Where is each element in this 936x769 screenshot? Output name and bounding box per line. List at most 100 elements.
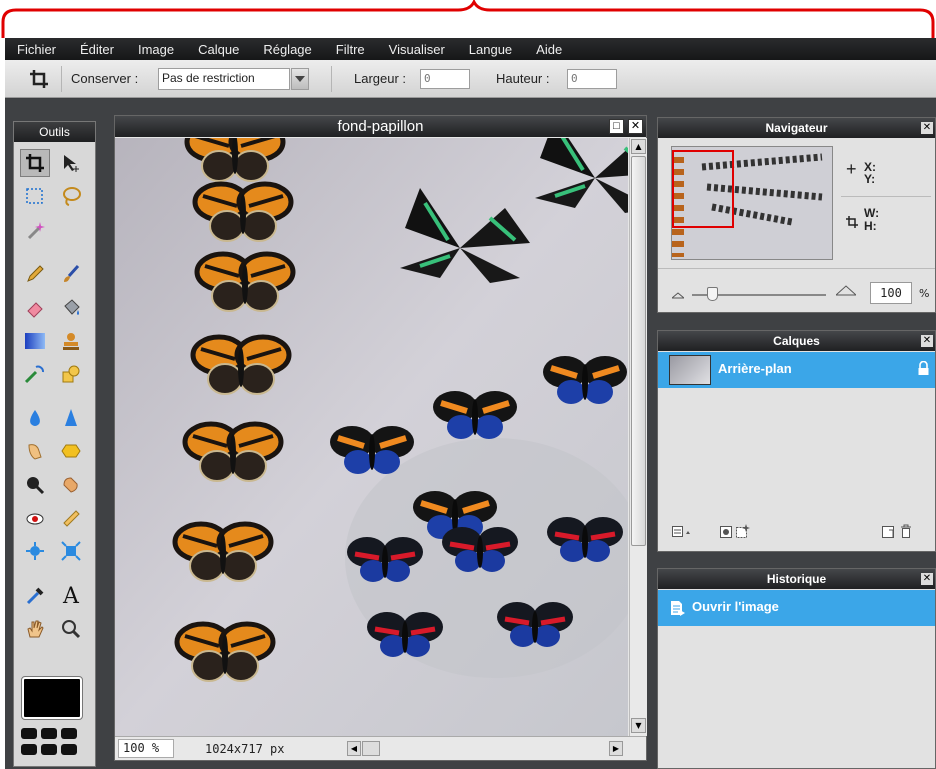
navigator-header[interactable]: Navigateur ✕	[658, 118, 935, 138]
chevron-down-icon[interactable]	[291, 68, 309, 90]
image-canvas[interactable]	[115, 138, 628, 736]
marquee-icon[interactable]	[20, 182, 50, 210]
largeur-input[interactable]: 0	[420, 69, 470, 89]
type-icon[interactable]: A	[56, 582, 86, 610]
conserver-select[interactable]: Pas de restriction	[158, 68, 290, 90]
pencil-icon[interactable]	[20, 260, 50, 288]
bloat-icon[interactable]	[20, 537, 50, 565]
scroll-down-icon[interactable]: ▼	[631, 718, 646, 733]
red-eye-icon[interactable]	[20, 504, 50, 532]
preset-swatch[interactable]	[61, 728, 77, 739]
color-replace-icon[interactable]	[20, 360, 50, 388]
image-size: 1024x717 px	[205, 742, 285, 756]
vertical-scrollbar[interactable]: ▲ ▼	[629, 138, 647, 736]
trash-icon[interactable]	[900, 524, 912, 541]
lock-icon[interactable]	[918, 360, 929, 378]
dodge-icon[interactable]	[20, 471, 50, 499]
preset-swatch[interactable]	[41, 744, 57, 755]
lasso-icon[interactable]	[56, 182, 86, 210]
layer-style-icon[interactable]	[736, 524, 750, 541]
thumbnail-image	[672, 147, 832, 259]
menu-editer[interactable]: Éditer	[68, 42, 126, 57]
panel-divider	[841, 196, 931, 197]
layer-name: Arrière-plan	[718, 361, 792, 376]
image-status-bar: 100 % 1024x717 px ◀ ▶	[115, 736, 646, 760]
options-bar: Conserver : Pas de restriction Largeur :…	[5, 60, 936, 98]
preset-swatch[interactable]	[21, 744, 37, 755]
zoom-slider-handle[interactable]	[707, 287, 719, 301]
gradient-icon[interactable]	[20, 327, 50, 355]
annotation-brace	[1, 0, 935, 38]
spot-heal-icon[interactable]	[56, 504, 86, 532]
menu-reglage[interactable]: Réglage	[251, 42, 323, 57]
zoom-icon[interactable]	[56, 615, 86, 643]
magic-wand-icon[interactable]	[20, 216, 50, 244]
tools-title: Outils	[14, 122, 95, 142]
close-icon[interactable]: ✕	[921, 573, 933, 585]
move-icon[interactable]	[56, 149, 86, 177]
foreground-color-swatch[interactable]	[21, 676, 83, 720]
menu-aide[interactable]: Aide	[524, 42, 574, 57]
menu-calque[interactable]: Calque	[186, 42, 251, 57]
eraser-icon[interactable]	[20, 294, 50, 322]
hauteur-input[interactable]: 0	[567, 69, 617, 89]
zoom-out-icon[interactable]	[670, 288, 686, 302]
largeur-label: Largeur :	[354, 71, 407, 86]
history-header[interactable]: Historique ✕	[658, 569, 935, 589]
brush-icon[interactable]	[56, 260, 86, 288]
shape-icon[interactable]	[56, 360, 86, 388]
layer-thumbnail	[669, 355, 711, 385]
navigator-thumbnail[interactable]	[671, 146, 833, 260]
sharpen-icon[interactable]	[56, 404, 86, 432]
image-window-titlebar[interactable]: fond-papillon □ ✕	[115, 116, 646, 137]
history-item[interactable]: Ouvrir l'image	[658, 590, 935, 626]
scroll-thumb[interactable]	[631, 156, 646, 546]
scroll-up-icon[interactable]: ▲	[631, 139, 646, 154]
menu-image[interactable]: Image	[126, 42, 186, 57]
close-icon[interactable]: ✕	[921, 122, 933, 134]
stamp-icon[interactable]	[56, 327, 86, 355]
zoom-slider-track[interactable]	[692, 287, 826, 301]
hscroll-left-icon[interactable]: ◀	[347, 741, 361, 756]
hscroll-right-icon[interactable]: ▶	[609, 741, 623, 756]
close-icon[interactable]: ✕	[921, 335, 933, 347]
layers-header[interactable]: Calques ✕	[658, 331, 935, 351]
screenshot-root: Fichier Éditer Image Calque Réglage Filt…	[0, 0, 936, 769]
new-layer-icon[interactable]	[882, 526, 894, 541]
crop-icon[interactable]	[20, 149, 50, 177]
pinch-icon[interactable]	[56, 537, 86, 565]
color-picker-icon[interactable]	[20, 582, 50, 610]
preset-swatch[interactable]	[21, 728, 37, 739]
preset-swatch[interactable]	[41, 728, 57, 739]
maximize-icon[interactable]: □	[609, 119, 624, 134]
history-title: Historique	[766, 572, 827, 586]
hand-icon[interactable]	[20, 615, 50, 643]
zoom-in-icon[interactable]	[834, 284, 858, 299]
sponge-icon[interactable]	[56, 437, 86, 465]
zoom-field[interactable]: 100 %	[118, 739, 174, 758]
menu-langue[interactable]: Langue	[457, 42, 524, 57]
smudge-icon[interactable]	[20, 437, 50, 465]
layers-panel: Calques ✕ Arrière-plan	[657, 330, 936, 552]
close-icon[interactable]: ✕	[628, 119, 643, 134]
bucket-icon[interactable]	[56, 294, 86, 322]
drop-icon[interactable]	[20, 404, 50, 432]
layer-mask-icon[interactable]	[720, 526, 732, 541]
layers-title: Calques	[773, 334, 820, 348]
zoom-unit: %	[919, 287, 930, 300]
preset-swatch[interactable]	[61, 744, 77, 755]
divider	[61, 66, 62, 92]
butterfly-photo	[115, 138, 628, 736]
burn-icon[interactable]	[56, 471, 86, 499]
image-window: fond-papillon □ ✕ ▲ ▼ 100 % 1024x717 px …	[114, 115, 647, 761]
zoom-value-input[interactable]: 100	[870, 282, 912, 304]
menu-filtre[interactable]: Filtre	[324, 42, 377, 57]
menu-fichier[interactable]: Fichier	[5, 42, 68, 57]
w-label: W:	[864, 206, 880, 220]
hauteur-label: Hauteur :	[496, 71, 550, 86]
layer-settings-icon[interactable]	[672, 526, 692, 541]
layer-row[interactable]: Arrière-plan	[658, 352, 935, 388]
pixlr-editor: Fichier Éditer Image Calque Réglage Filt…	[5, 38, 936, 769]
menu-visualiser[interactable]: Visualiser	[377, 42, 457, 57]
hscroll-thumb[interactable]	[362, 741, 380, 756]
